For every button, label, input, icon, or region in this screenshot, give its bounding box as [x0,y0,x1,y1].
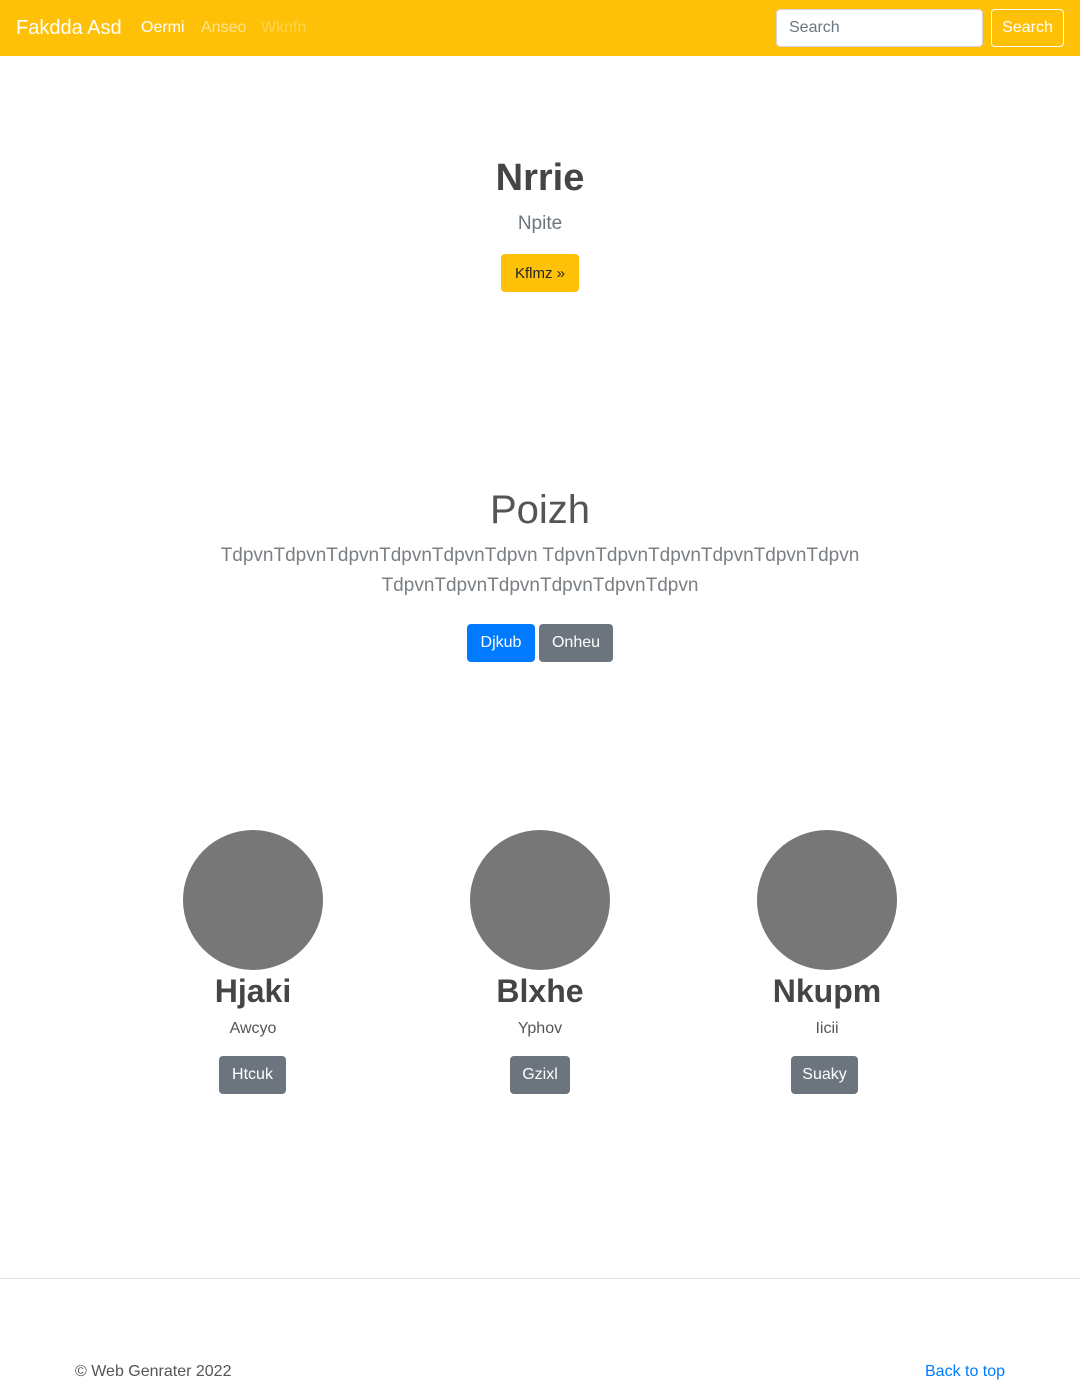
search-button[interactable]: Search [991,9,1064,47]
brand-logo[interactable]: Fakdda Asd [16,15,122,41]
footer-divider [0,1278,1080,1279]
section-title: Poizh [489,488,591,532]
navbar: Fakdda Asd Oermi Anseo Wknfn Search [0,0,1080,56]
avatar-placeholder [757,830,897,970]
card-button[interactable]: Gzixl [510,1056,570,1094]
search-input[interactable] [776,9,983,47]
card-nkupm: Nkupm Iicii Suaky [677,830,977,1100]
back-to-top-link[interactable]: Back to top [925,1362,1005,1382]
card-subtitle: Iicii [815,1020,839,1037]
hero-subtitle: Npite [517,213,563,234]
card-button[interactable]: Suaky [791,1056,858,1094]
nav-link-anseo[interactable]: Anseo [201,18,246,38]
avatar-placeholder [183,830,323,970]
copyright-text: © Web Genrater 2022 [75,1363,232,1380]
card-subtitle: Awcyo [229,1020,277,1037]
secondary-button[interactable]: Onheu [539,624,613,662]
card-button[interactable]: Htcuk [219,1056,286,1094]
card-title: Blxhe [496,973,584,1009]
primary-button[interactable]: Djkub [467,624,535,662]
card-title: Hjaki [214,973,292,1009]
nav-link-oermi[interactable]: Oermi [141,18,185,38]
card-subtitle: Yphov [517,1020,563,1037]
card-blxhe: Blxhe Yphov Gzixl [390,830,690,1100]
hero-button[interactable]: Kflmz » [501,254,579,292]
nav-link-wknfn[interactable]: Wknfn [261,18,306,38]
avatar-placeholder [470,830,610,970]
hero-title: Nrrie [495,157,585,199]
section-text: TdpvnTdpvnTdpvnTdpvnTdpvnTdpvn TdpvnTdpv… [220,545,860,596]
card-hjaki: Hjaki Awcyo Htcuk [103,830,403,1100]
card-title: Nkupm [772,973,882,1009]
